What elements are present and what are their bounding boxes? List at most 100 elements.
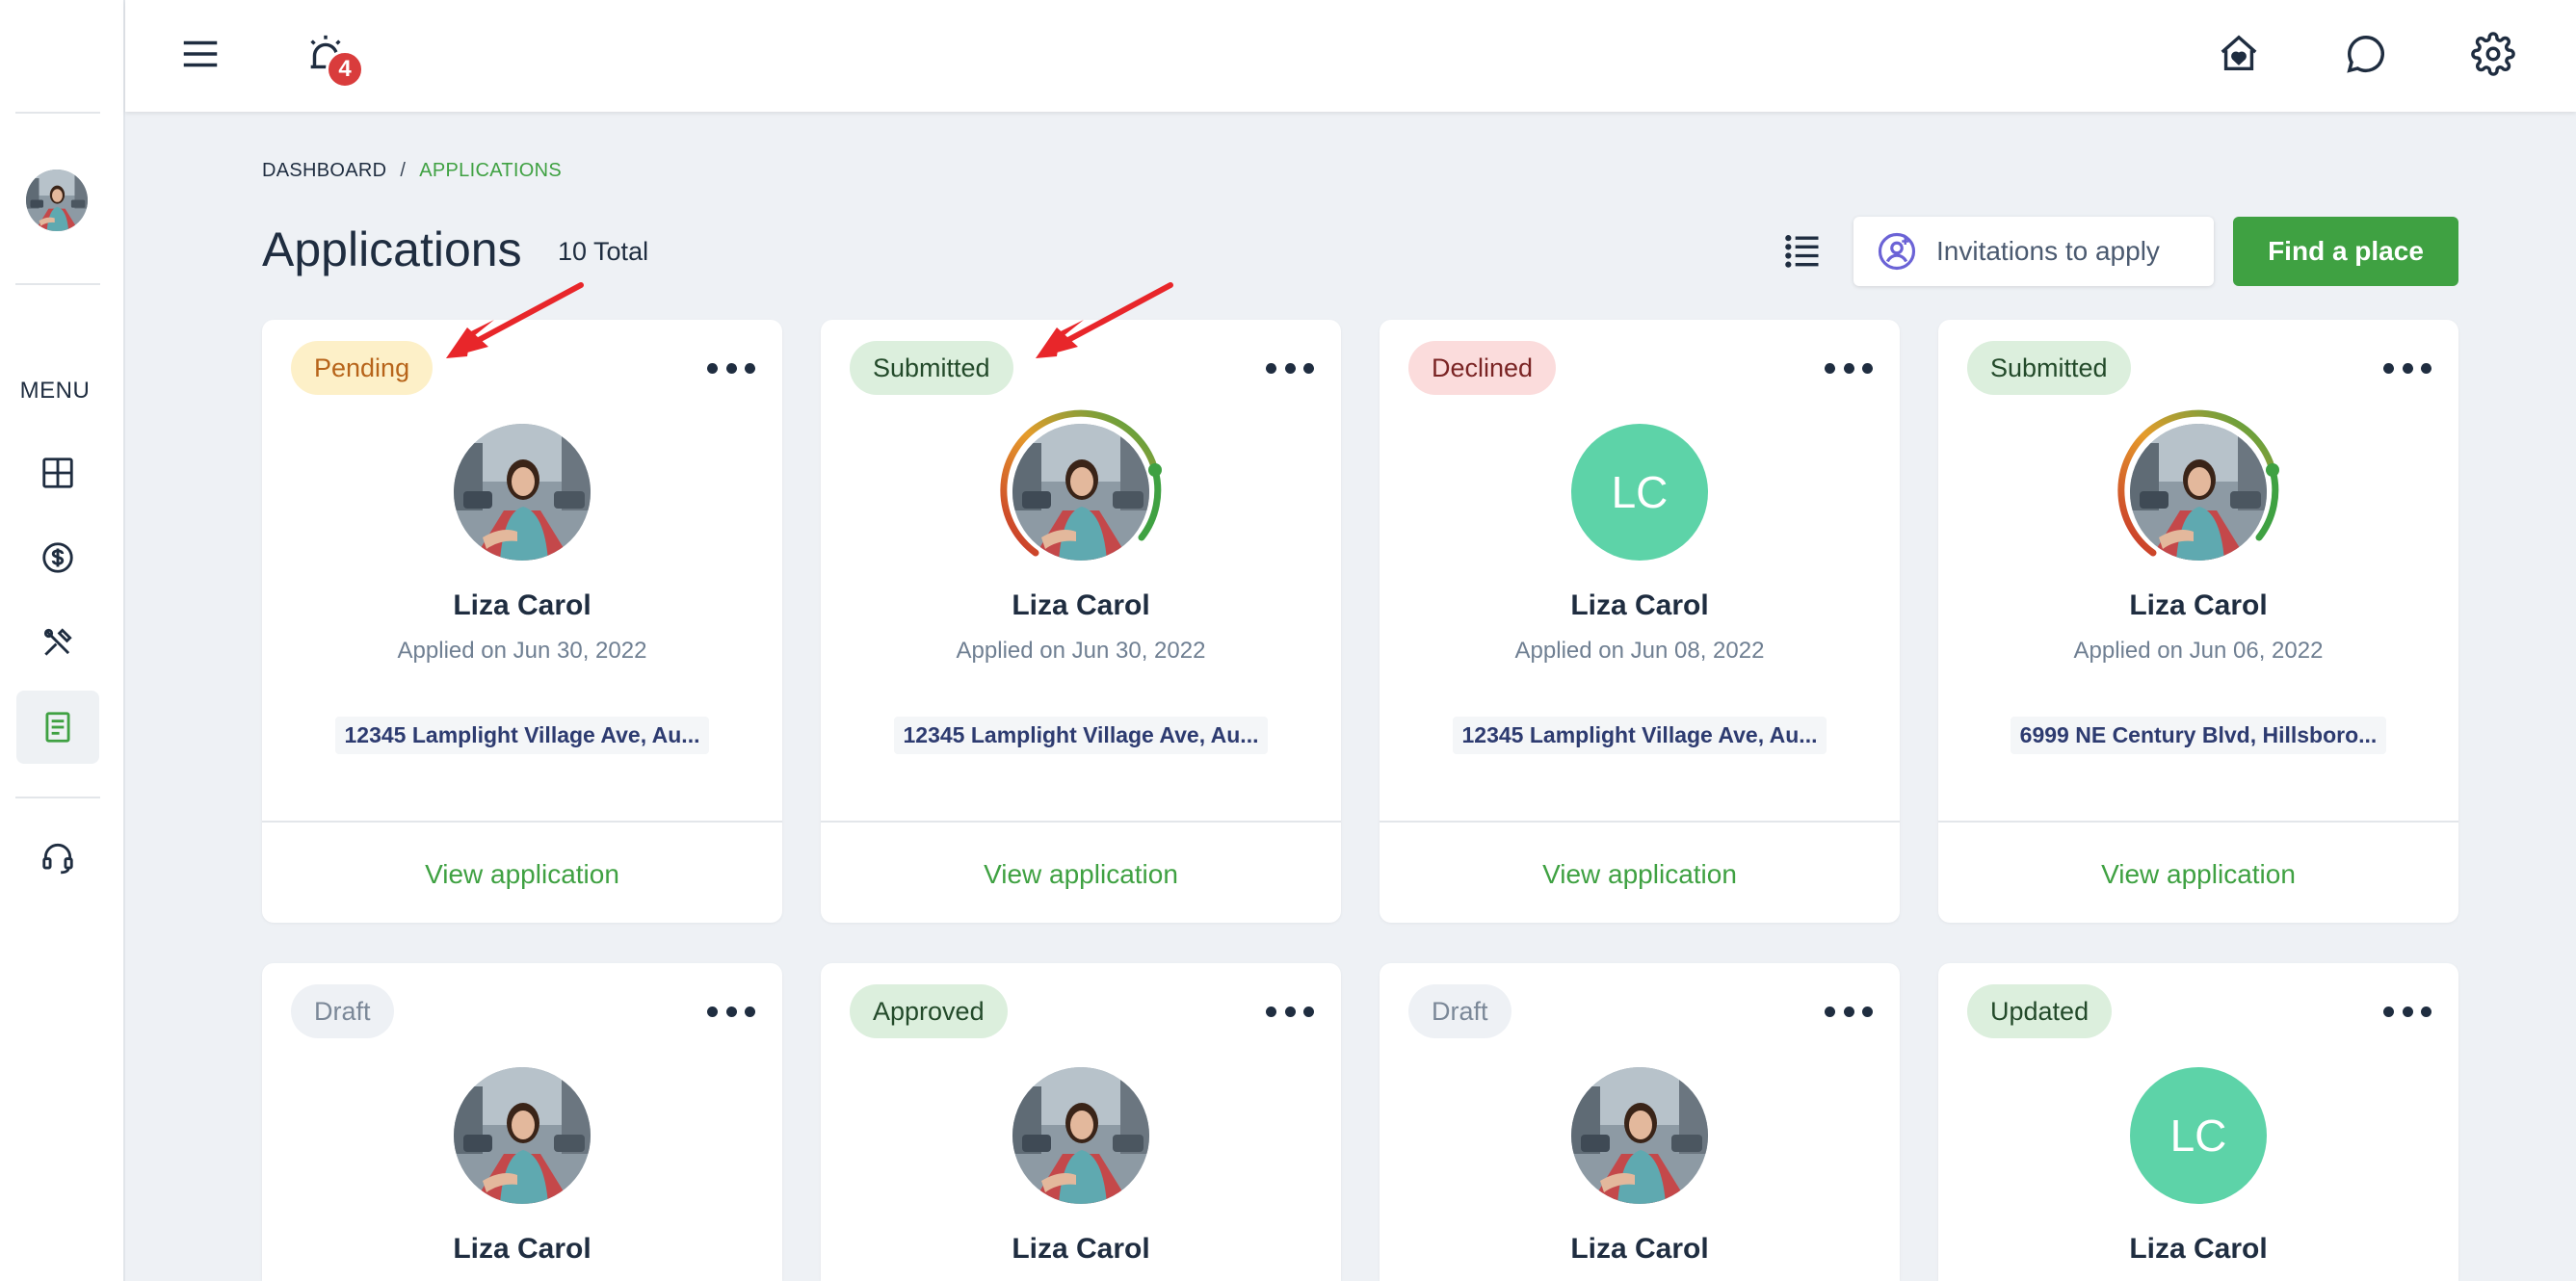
more-options-button[interactable]	[707, 349, 755, 387]
headset-icon	[42, 843, 73, 875]
status-badge: Draft	[291, 984, 394, 1038]
dot-icon	[1825, 362, 1835, 374]
dot-icon	[707, 362, 718, 374]
property-address: 12345 Lamplight Village Ave, Au...	[334, 717, 710, 754]
dot-icon	[2421, 362, 2431, 374]
application-card: Approved Liza Carol	[821, 963, 1341, 1281]
dot-icon	[2383, 1006, 2394, 1017]
view-application-link[interactable]: View application	[262, 821, 782, 923]
sidebar-item-payments[interactable]	[16, 521, 99, 594]
more-options-button[interactable]	[1825, 349, 1873, 387]
applicant-initials: LC	[1571, 424, 1708, 561]
tools-icon	[43, 628, 72, 656]
application-card: Updated LC Liza Carol	[1938, 963, 2458, 1281]
applied-date: Applied on Jun 30, 2022	[397, 638, 647, 664]
application-card: Draft Liza Carol	[262, 963, 782, 1281]
menu-icon	[183, 40, 218, 67]
applicant-avatar	[1012, 1067, 1149, 1204]
applicant-avatar	[454, 1067, 591, 1204]
application-card: Declined LC Liza Carol Applied on Jun 08…	[1380, 320, 1900, 923]
more-options-button[interactable]	[1266, 992, 1314, 1031]
view-application-label: View application	[1542, 859, 1737, 889]
home-heart-icon	[2221, 35, 2257, 71]
applications-total: 10 Total	[558, 237, 649, 266]
applied-date: Applied on Jun 30, 2022	[956, 638, 1206, 664]
find-a-place-button[interactable]: Find a place	[2233, 217, 2458, 286]
sidebar-divider	[15, 797, 100, 798]
more-options-button[interactable]	[2383, 992, 2431, 1031]
status-badge: Approved	[850, 984, 1008, 1038]
top-bar: 4	[125, 0, 2576, 112]
view-application-label: View application	[984, 859, 1178, 889]
notification-count-badge: 4	[326, 50, 364, 89]
dot-icon	[1862, 1006, 1873, 1017]
applied-date: Applied on Jun 06, 2022	[2073, 638, 2324, 664]
dot-icon	[1266, 1006, 1276, 1017]
dot-icon	[745, 362, 755, 374]
applicant-initials: LC	[2130, 1067, 2267, 1204]
dot-icon	[1266, 362, 1276, 374]
list-icon	[1785, 235, 1819, 268]
sidebar-item-dashboard[interactable]	[16, 436, 99, 510]
view-application-link[interactable]: View application	[1380, 821, 1900, 923]
user-plus-icon	[1878, 232, 1916, 271]
annotation-arrow	[1036, 282, 1173, 358]
view-application-label: View application	[425, 859, 619, 889]
dot-icon	[1284, 362, 1296, 374]
sidebar-divider	[15, 283, 100, 285]
applicant-name: Liza Carol	[453, 1233, 591, 1265]
settings-button[interactable]	[2462, 23, 2524, 85]
applicant-name: Liza Carol	[453, 589, 591, 621]
home-button[interactable]	[2208, 23, 2270, 85]
menu-button[interactable]	[170, 23, 231, 85]
applicant-avatar: LC	[1571, 424, 1708, 561]
application-card: Submitted Liza Carol Applied on Jun 06, …	[1938, 320, 2458, 923]
applicant-avatar	[2117, 409, 2279, 561]
view-application-link[interactable]: View application	[1938, 821, 2458, 923]
status-badge: Declined	[1408, 341, 1557, 395]
user-avatar[interactable]	[26, 170, 88, 231]
invitations-to-apply-button[interactable]: Invitations to apply	[1853, 217, 2214, 286]
application-card: Draft Liza Carol	[1380, 963, 1900, 1281]
gear-icon	[2471, 32, 2515, 76]
applicant-avatar	[1571, 1067, 1708, 1204]
applied-date: Applied on Jun 08, 2022	[1514, 638, 1765, 664]
sidebar-item-support[interactable]	[16, 821, 99, 894]
messages-button[interactable]	[2335, 23, 2397, 85]
list-view-button[interactable]	[1778, 223, 1827, 277]
sidebar-item-maintenance[interactable]	[16, 606, 99, 679]
more-options-button[interactable]	[2383, 349, 2431, 387]
property-address: 12345 Lamplight Village Ave, Au...	[1452, 717, 1827, 754]
applicant-avatar	[1000, 409, 1162, 561]
breadcrumb-dashboard[interactable]: DASHBOARD	[262, 160, 386, 181]
breadcrumb-separator: /	[400, 160, 407, 181]
application-card: Pending Liza Carol Applied on Jun 30, 20…	[262, 320, 782, 923]
dot-icon	[1303, 362, 1314, 374]
applicant-name: Liza Carol	[2129, 589, 2268, 621]
dot-icon	[2402, 1006, 2413, 1017]
dot-icon	[725, 1006, 737, 1017]
status-badge: Submitted	[1967, 341, 2131, 395]
applicant-name: Liza Carol	[1012, 589, 1150, 621]
page-title: Applications	[262, 222, 522, 276]
status-badge: Updated	[1967, 984, 2113, 1038]
applicant-name: Liza Carol	[2129, 1233, 2268, 1265]
grid-icon	[42, 458, 73, 488]
menu-label: MENU	[19, 378, 91, 404]
applicant-name: Liza Carol	[1570, 1233, 1709, 1265]
sidebar-item-applications[interactable]	[16, 691, 99, 764]
applicant-avatar	[454, 424, 591, 561]
more-options-button[interactable]	[1266, 349, 1314, 387]
applicant-name: Liza Carol	[1570, 589, 1709, 621]
more-options-button[interactable]	[1825, 992, 1873, 1031]
breadcrumb-applications: APPLICATIONS	[419, 160, 562, 181]
status-badge: Draft	[1408, 984, 1511, 1038]
dot-icon	[1843, 362, 1854, 374]
view-application-link[interactable]: View application	[821, 821, 1341, 923]
sidebar-divider	[15, 112, 100, 114]
dot-icon	[707, 1006, 718, 1017]
more-options-button[interactable]	[707, 992, 755, 1031]
dot-icon	[1862, 362, 1873, 374]
status-badge: Submitted	[850, 341, 1013, 395]
applicant-avatar: LC	[2130, 1067, 2267, 1204]
